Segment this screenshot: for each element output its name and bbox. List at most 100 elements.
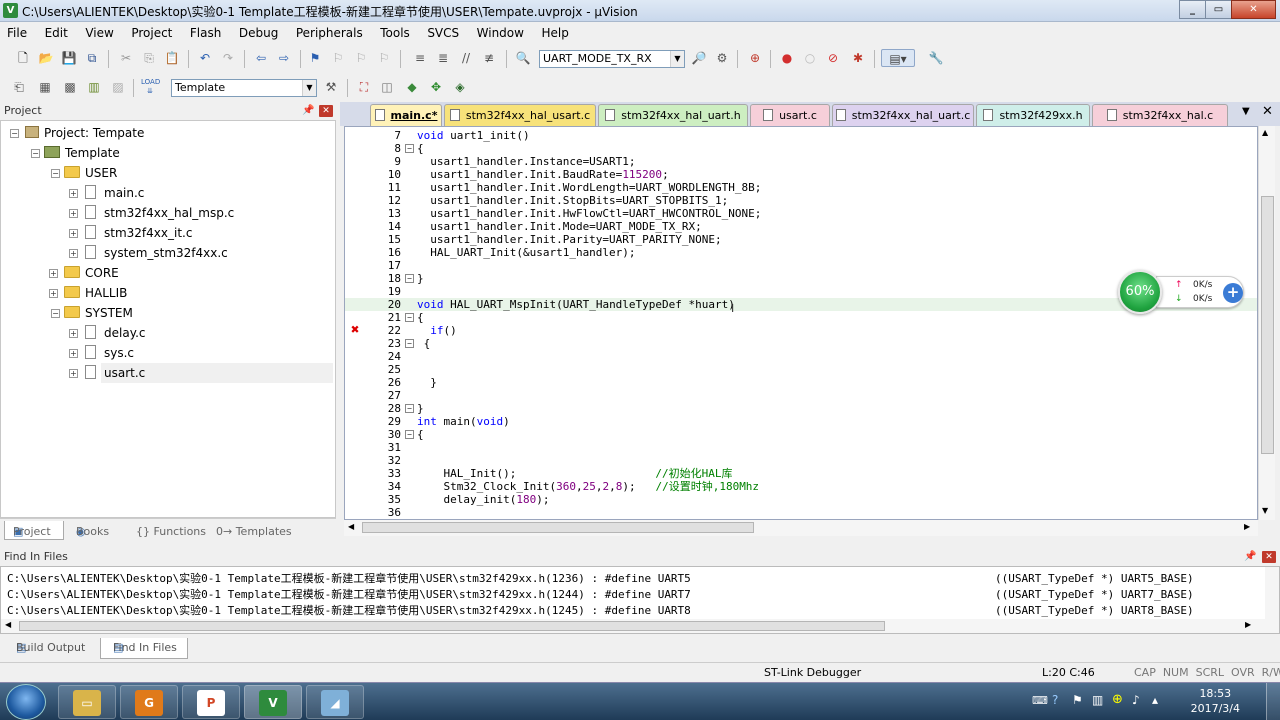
tree-item-target[interactable]: Template xyxy=(44,143,120,163)
tab-find-in-files[interactable]: ▤ Find In Files xyxy=(100,638,188,659)
tree-item-system[interactable]: SYSTEM xyxy=(64,303,133,323)
next-bookmark-icon[interactable]: ⚐ xyxy=(352,49,370,67)
uncomment-icon[interactable]: ≢ xyxy=(480,49,498,67)
minimize-button[interactable]: _ xyxy=(1179,0,1206,19)
window-layout-icon[interactable]: ▤▾ xyxy=(881,49,915,67)
menu-file[interactable]: File xyxy=(0,22,34,44)
menu-flash[interactable]: Flash xyxy=(183,22,228,44)
code-line[interactable]: 7 void uart1_init() xyxy=(345,129,1257,142)
stop-build-icon[interactable]: ▨ xyxy=(109,78,127,96)
menu-peripherals[interactable]: Peripherals xyxy=(289,22,370,44)
find-combo-dropdown-icon[interactable]: ▼ xyxy=(670,51,684,67)
pack-installer-icon[interactable]: ✥ xyxy=(427,78,445,96)
uvision-app-icon[interactable]: V xyxy=(3,3,18,18)
app-tray-icon[interactable]: ⊕ xyxy=(1112,692,1123,707)
code-line[interactable]: 10 usart1_handler.Init.BaudRate=115200; xyxy=(345,168,1257,181)
close-window-button[interactable]: ✕ xyxy=(1231,0,1276,19)
debug-session-icon[interactable]: ⊕ xyxy=(746,49,764,67)
taskbar-powerpoint[interactable]: P xyxy=(182,685,240,719)
scroll-up-icon[interactable]: ▲ xyxy=(1262,128,1268,137)
fold-toggle-icon[interactable]: − xyxy=(405,404,414,413)
code-line[interactable]: 11 usart1_handler.Init.WordLength=UART_W… xyxy=(345,181,1257,194)
kill-breakpoints-icon[interactable]: ✱ xyxy=(849,49,867,67)
tree-item-main-c[interactable]: main.c xyxy=(85,183,144,203)
scroll-left-icon[interactable]: ◀ xyxy=(348,522,354,531)
translate-icon[interactable]: ⎗ xyxy=(10,78,28,96)
configure-icon[interactable]: 🔧 xyxy=(927,49,945,67)
pin-icon[interactable]: 📌 xyxy=(302,102,314,120)
code-line[interactable]: 25 xyxy=(345,363,1257,376)
editor-tab-usart-c[interactable]: usart.c xyxy=(750,104,830,126)
tab-project[interactable]: ▣ Project xyxy=(4,521,64,540)
clear-bookmarks-icon[interactable]: ⚐ xyxy=(375,49,393,67)
menu-window[interactable]: Window xyxy=(470,22,531,44)
close-tab-icon[interactable]: ✕ xyxy=(1262,104,1273,119)
navigate-forward-icon[interactable]: ⇨ xyxy=(275,49,293,67)
open-file-icon[interactable]: 📂 xyxy=(37,49,55,67)
fold-toggle-icon[interactable]: − xyxy=(405,144,414,153)
fold-toggle-icon[interactable]: − xyxy=(405,274,414,283)
find-vertical-scrollbar[interactable] xyxy=(1265,567,1279,619)
scroll-right-icon[interactable]: ▶ xyxy=(1244,522,1250,531)
menu-debug[interactable]: Debug xyxy=(232,22,285,44)
result-row-path[interactable]: C:\Users\ALIENTEK\Desktop\实验0-1 Template… xyxy=(7,587,691,603)
taskbar-explorer[interactable]: ▭ xyxy=(58,685,116,719)
collapse-icon[interactable]: − xyxy=(31,149,40,158)
code-line[interactable]: 13 usart1_handler.Init.HwFlowCtl=UART_HW… xyxy=(345,207,1257,220)
code-line[interactable]: 31 xyxy=(345,441,1257,454)
plus-icon[interactable]: + xyxy=(1223,283,1243,303)
expand-icon[interactable]: + xyxy=(49,289,58,298)
code-line[interactable]: 35 delay_init(180); xyxy=(345,493,1257,506)
code-line[interactable]: 15 usart1_handler.Init.Parity=UART_PARIT… xyxy=(345,233,1257,246)
editor-tab-hal-uart-h[interactable]: stm32f4xx_hal_uart.h xyxy=(598,104,748,126)
find-horizontal-scrollbar[interactable]: ◀ ▶ xyxy=(1,619,1279,633)
keyboard-icon[interactable]: ⌨ xyxy=(1032,694,1048,707)
download-icon[interactable]: LOAD ⇊ xyxy=(141,78,160,96)
select-packs-icon[interactable]: ◫ xyxy=(378,78,396,96)
batch-build-icon[interactable]: ▥ xyxy=(85,78,103,96)
code-line[interactable]: 8−{ xyxy=(345,142,1257,155)
arrow-icon[interactable]: ▴ xyxy=(1152,693,1158,707)
volume-icon[interactable]: ♪ xyxy=(1132,693,1140,707)
collapse-icon[interactable]: − xyxy=(51,169,60,178)
manage-rte-icon[interactable]: ◆ xyxy=(403,78,421,96)
save-icon[interactable]: 💾 xyxy=(60,49,78,67)
code-line[interactable]: 28−} xyxy=(345,402,1257,415)
close-find-panel-icon[interactable]: ✕ xyxy=(1262,551,1276,563)
network-icon[interactable]: ▥ xyxy=(1092,693,1103,707)
code-line[interactable]: 27 xyxy=(345,389,1257,402)
code-line[interactable]: 26 } xyxy=(345,376,1257,389)
target-combo[interactable]: Template ▼ xyxy=(171,79,317,97)
tree-item-delay-c[interactable]: delay.c xyxy=(85,323,146,343)
collapse-icon[interactable]: − xyxy=(10,129,19,138)
taskbar-app[interactable]: ◢ xyxy=(306,685,364,719)
target-combo-dropdown-icon[interactable]: ▼ xyxy=(302,80,316,96)
code-line[interactable]: 23− { xyxy=(345,337,1257,350)
build-icon[interactable]: ▦ xyxy=(36,78,54,96)
fold-toggle-icon[interactable]: − xyxy=(405,313,414,322)
pin-icon[interactable]: 📌 xyxy=(1244,548,1256,566)
code-line[interactable]: 34 Stm32_Clock_Init(360,25,2,8); //设置时钟,… xyxy=(345,480,1257,493)
prev-bookmark-icon[interactable]: ⚐ xyxy=(329,49,347,67)
tree-item-core[interactable]: CORE xyxy=(64,263,119,283)
pack-update-icon[interactable]: ◈ xyxy=(451,78,469,96)
expand-icon[interactable]: + xyxy=(69,329,78,338)
indent-icon[interactable]: ≡ xyxy=(411,49,429,67)
tree-item-usart-c[interactable]: usart.c xyxy=(85,363,145,383)
taskbar-uvision[interactable]: V xyxy=(244,685,302,719)
tree-item-user[interactable]: USER xyxy=(64,163,117,183)
tree-item-hal-msp[interactable]: stm32f4xx_hal_msp.c xyxy=(85,203,234,223)
tree-item-it-c[interactable]: stm32f4xx_it.c xyxy=(85,223,192,243)
code-line[interactable]: 30−{ xyxy=(345,428,1257,441)
scroll-left-icon[interactable]: ◀ xyxy=(5,620,11,629)
target-options-icon[interactable]: ⚒ xyxy=(322,78,340,96)
tree-item-system-c[interactable]: system_stm32f4xx.c xyxy=(85,243,228,263)
scroll-right-icon[interactable]: ▶ xyxy=(1245,620,1251,629)
expand-icon[interactable]: + xyxy=(69,229,78,238)
redo-icon[interactable]: ↷ xyxy=(219,49,237,67)
find-icon[interactable]: 🔎 xyxy=(690,49,708,67)
find-combo[interactable]: UART_MODE_TX_RX ▼ xyxy=(539,50,685,68)
expand-icon[interactable]: + xyxy=(69,189,78,198)
manage-project-items-icon[interactable]: ⛶ xyxy=(355,78,373,96)
help-icon[interactable]: ? xyxy=(1052,693,1058,707)
